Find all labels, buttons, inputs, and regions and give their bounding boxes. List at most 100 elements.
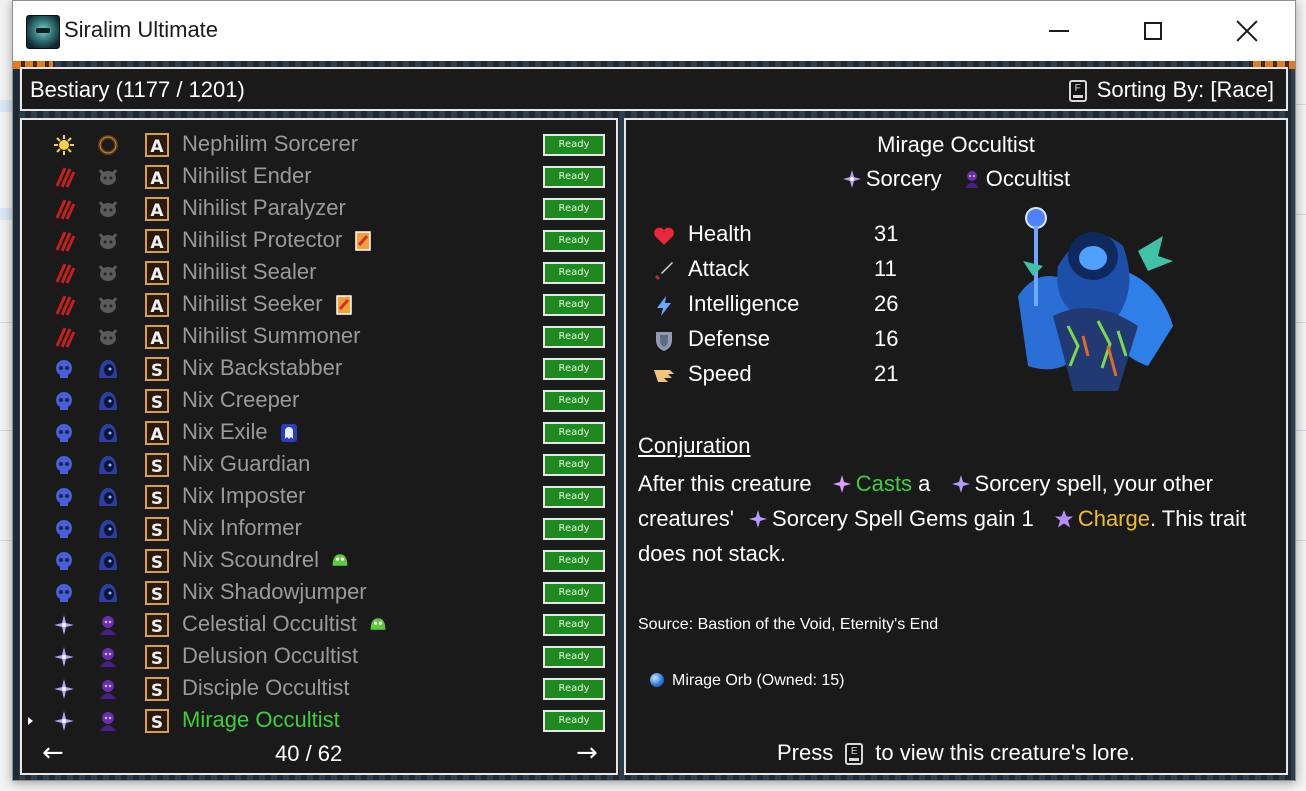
window-title: Siralim Ultimate bbox=[64, 17, 219, 42]
ring-icon bbox=[97, 134, 119, 156]
slime-icon bbox=[331, 551, 349, 571]
selection-cursor-icon bbox=[28, 717, 33, 725]
ready-badge: Ready bbox=[543, 166, 605, 188]
list-item[interactable]: S Nix Guardian Ready bbox=[22, 448, 616, 480]
orb-icon bbox=[650, 673, 664, 687]
svg-text:S: S bbox=[151, 681, 163, 701]
claw-icon bbox=[53, 166, 76, 188]
list-item[interactable]: A Nihilist Paralyzer Ready bbox=[22, 192, 616, 224]
svg-text:S: S bbox=[151, 521, 163, 541]
list-item[interactable]: A Nihilist Seeker Ready bbox=[22, 288, 616, 320]
ready-badge: Ready bbox=[543, 198, 605, 220]
list-item[interactable]: A Nihilist Protector Ready bbox=[22, 224, 616, 256]
sort-label: Sorting By: [Race] bbox=[1096, 77, 1274, 102]
orb-info: Mirage Orb (Owned: 15) bbox=[650, 672, 845, 690]
creature-name-label: Nix Backstabber bbox=[182, 355, 343, 380]
hood-icon bbox=[97, 550, 119, 572]
list-item[interactable]: A Nix Exile Ready bbox=[22, 416, 616, 448]
trait-description: After this creature Casts a Sorcery spel… bbox=[638, 471, 1247, 566]
creature-name-label: Nihilist Ender bbox=[182, 163, 312, 188]
ready-badge: Ready bbox=[543, 678, 605, 700]
charge-icon bbox=[1054, 510, 1073, 528]
maximize-button[interactable] bbox=[1107, 1, 1199, 61]
sparkle-icon bbox=[53, 614, 75, 636]
svg-text:A: A bbox=[150, 201, 164, 221]
list-item[interactable]: A Nihilist Ender Ready bbox=[22, 160, 616, 192]
skull-icon bbox=[53, 454, 75, 476]
list-item[interactable]: S Disciple Occultist Ready bbox=[22, 672, 616, 704]
svg-text:A: A bbox=[150, 137, 164, 157]
ready-badge: Ready bbox=[543, 710, 605, 732]
list-item[interactable]: S Nix Imposter Ready bbox=[22, 480, 616, 512]
ready-badge: Ready bbox=[543, 422, 605, 444]
svg-text:S: S bbox=[151, 713, 163, 733]
list-item[interactable]: S Celestial Occultist Ready bbox=[22, 608, 616, 640]
page-indicator: 40 / 62 bbox=[275, 741, 343, 766]
ready-badge: Ready bbox=[543, 294, 605, 316]
sparkle-icon bbox=[53, 646, 75, 668]
minimize-button[interactable] bbox=[1013, 1, 1105, 61]
ghost-icon bbox=[280, 423, 298, 443]
creature-name-label: Delusion Occultist bbox=[182, 643, 359, 668]
skull-icon bbox=[53, 518, 75, 540]
next-page-arrow[interactable]: → bbox=[576, 738, 598, 768]
ready-badge: Ready bbox=[543, 486, 605, 508]
rank-a-icon: A bbox=[145, 421, 169, 445]
list-item[interactable]: S Nix Scoundrel Ready bbox=[22, 544, 616, 576]
creature-detail: Mirage Occultist Sorcery Occultist Healt… bbox=[624, 118, 1288, 775]
sort-indicator[interactable]: F Sorting By: [Race] bbox=[1068, 77, 1274, 103]
sorcery-icon bbox=[951, 475, 970, 493]
rank-a-icon: A bbox=[145, 197, 169, 221]
title-bar[interactable]: Siralim Ultimate bbox=[13, 1, 1295, 61]
rank-a-icon: A bbox=[145, 325, 169, 349]
ready-badge: Ready bbox=[543, 550, 605, 572]
claw-icon bbox=[53, 326, 76, 348]
ready-badge: Ready bbox=[543, 358, 605, 380]
minimize-icon bbox=[1049, 30, 1069, 32]
creature-name-label: Mirage Occultist bbox=[182, 707, 340, 732]
list-item[interactable]: A Nihilist Summoner Ready bbox=[22, 320, 616, 352]
list-item[interactable]: S Nix Shadowjumper Ready bbox=[22, 576, 616, 608]
rank-s-icon: S bbox=[145, 453, 169, 477]
rank-a-icon: A bbox=[145, 229, 169, 253]
ready-badge: Ready bbox=[543, 646, 605, 668]
creature-name-label: Nix Informer bbox=[182, 515, 302, 540]
skull-icon bbox=[53, 582, 75, 604]
svg-text:S: S bbox=[151, 393, 163, 413]
sorcery-icon bbox=[842, 170, 861, 188]
svg-text:A: A bbox=[150, 169, 164, 189]
beast-icon bbox=[97, 230, 119, 252]
rank-s-icon: S bbox=[145, 677, 169, 701]
svg-text:S: S bbox=[151, 553, 163, 573]
claw-icon bbox=[53, 198, 76, 220]
list-item[interactable]: S Nix Informer Ready bbox=[22, 512, 616, 544]
list-item[interactable]: A Nihilist Sealer Ready bbox=[22, 256, 616, 288]
rank-a-icon: A bbox=[145, 165, 169, 189]
card-icon bbox=[335, 295, 353, 315]
list-item[interactable]: S Mirage Occultist Ready bbox=[22, 704, 616, 736]
creature-name-label: Nihilist Sealer bbox=[182, 259, 317, 284]
svg-text:S: S bbox=[151, 361, 163, 381]
close-button[interactable] bbox=[1201, 1, 1293, 61]
occult-icon bbox=[97, 614, 119, 636]
list-item[interactable]: S Delusion Occultist Ready bbox=[22, 640, 616, 672]
lore-hint: Press Eto view this creature's lore. bbox=[777, 740, 1135, 766]
rank-s-icon: S bbox=[145, 581, 169, 605]
svg-text:S: S bbox=[151, 585, 163, 605]
heart-icon bbox=[654, 227, 674, 245]
skull-icon bbox=[53, 486, 75, 508]
list-item[interactable]: S Nix Creeper Ready bbox=[22, 384, 616, 416]
list-item[interactable]: A Nephilim Sorcerer Ready bbox=[22, 128, 616, 160]
key-e-icon[interactable]: E bbox=[845, 743, 864, 766]
rank-s-icon: S bbox=[145, 645, 169, 669]
creature-types: Sorcery Occultist bbox=[626, 166, 1286, 192]
svg-text:S: S bbox=[151, 649, 163, 669]
ready-badge: Ready bbox=[543, 134, 605, 156]
stat-attack: Attack 11 bbox=[652, 255, 912, 289]
prev-page-arrow[interactable]: ← bbox=[42, 738, 64, 768]
list-item[interactable]: S Nix Backstabber Ready bbox=[22, 352, 616, 384]
creature-name-label: Nix Scoundrel bbox=[182, 547, 319, 572]
beast-icon bbox=[97, 166, 119, 188]
claw-icon bbox=[53, 230, 76, 252]
rank-s-icon: S bbox=[145, 357, 169, 381]
